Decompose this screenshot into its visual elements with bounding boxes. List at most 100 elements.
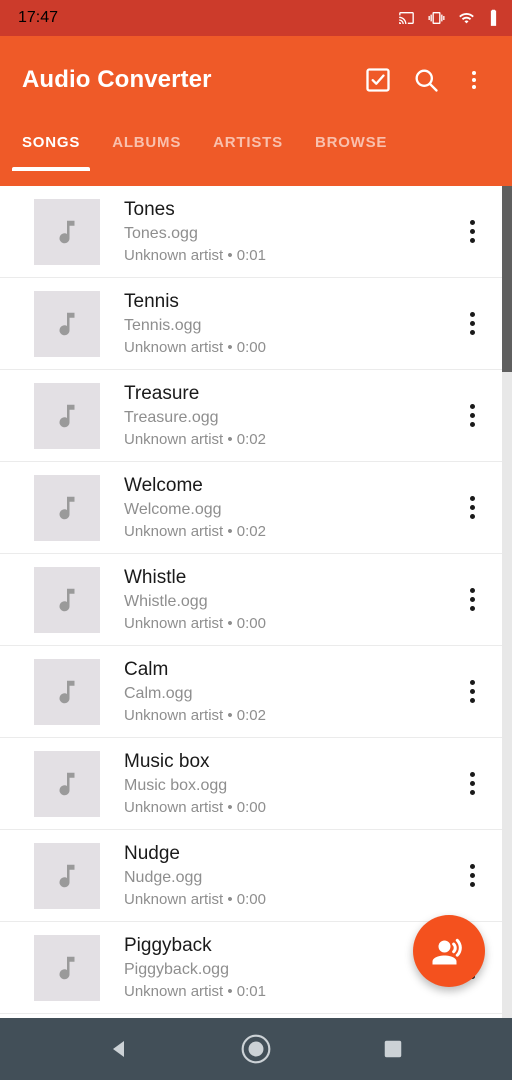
song-title: Welcome (124, 474, 203, 496)
record-voice-over-fab[interactable] (413, 915, 485, 987)
tab-browse-label: BROWSE (314, 134, 388, 151)
more-vertical-icon (469, 312, 475, 317)
song-info: Tennis Tennis.ogg Unknown artist • 0:00 (100, 289, 450, 359)
more-vertical-icon (469, 606, 475, 611)
song-overflow-button[interactable] (450, 661, 494, 723)
tab-albums-label: ALBUMS (112, 134, 182, 151)
song-row[interactable]: Whistle Whistle.ogg Unknown artist • 0:00 (0, 554, 512, 646)
tab-bar: SONGS ALBUMS ARTISTS BROWSE (0, 124, 512, 186)
song-row[interactable]: Welcome Welcome.ogg Unknown artist • 0:02 (0, 462, 512, 554)
song-overflow-button[interactable] (450, 569, 494, 631)
search-button[interactable] (402, 56, 450, 104)
music-note-icon (52, 493, 82, 523)
song-title: Piggyback (124, 934, 212, 956)
song-row[interactable]: Calm Calm.ogg Unknown artist • 0:02 (0, 646, 512, 738)
song-filename: Treasure.ogg (124, 408, 219, 426)
more-vertical-icon (469, 321, 475, 326)
more-vertical-icon (469, 588, 475, 593)
search-icon (412, 66, 440, 94)
checkbox-checked-icon (364, 66, 392, 94)
tab-artists[interactable]: ARTISTS (197, 124, 299, 151)
more-vertical-icon (469, 790, 475, 795)
scrollbar-track[interactable] (502, 186, 512, 1018)
back-triangle-icon (107, 1037, 131, 1061)
music-note-icon (52, 309, 82, 339)
more-vertical-icon (469, 404, 475, 409)
more-vertical-icon (469, 496, 475, 501)
song-filename: Nudge.ogg (124, 868, 203, 886)
song-overflow-button[interactable] (450, 385, 494, 447)
song-row[interactable]: Treasure Treasure.ogg Unknown artist • 0:0… (0, 370, 512, 462)
status-icons (397, 9, 500, 27)
battery-icon (487, 9, 500, 27)
album-art-placeholder (34, 290, 100, 357)
song-title: Tennis (124, 290, 179, 312)
song-overflow-button[interactable] (450, 477, 494, 539)
more-vertical-icon (469, 238, 475, 243)
tab-albums[interactable]: ALBUMS (96, 124, 197, 151)
vibrate-icon (427, 10, 446, 26)
app-bar: Audio Converter SONGS ALBUMS ARTISTS BRO… (0, 36, 512, 186)
nav-home-button[interactable] (227, 1020, 285, 1078)
album-art-placeholder (34, 198, 100, 265)
album-art-placeholder (34, 566, 100, 633)
more-vertical-icon (469, 330, 475, 335)
song-filename: Tennis.ogg (124, 316, 202, 334)
more-vertical-icon (469, 781, 475, 786)
more-vertical-icon (469, 413, 475, 418)
song-filename: Tones.ogg (124, 224, 198, 242)
more-vertical-icon (469, 514, 475, 519)
song-meta: Unknown artist • 0:02 (124, 430, 266, 448)
album-art-placeholder (34, 474, 100, 541)
overflow-menu-button[interactable] (450, 56, 498, 104)
song-info: Music box Music box.ogg Unknown artist • 0… (100, 749, 450, 819)
nav-back-button[interactable] (90, 1020, 148, 1078)
album-art-placeholder (34, 658, 100, 725)
song-row[interactable]: Tennis Tennis.ogg Unknown artist • 0:00 (0, 278, 512, 370)
cast-icon (397, 10, 416, 26)
music-note-icon (52, 861, 82, 891)
more-vertical-icon (469, 882, 475, 887)
song-overflow-button[interactable] (450, 845, 494, 907)
music-note-icon (52, 677, 82, 707)
song-title: Calm (124, 658, 169, 680)
tab-songs[interactable]: SONGS (6, 124, 96, 171)
tab-songs-label: SONGS (22, 134, 81, 151)
more-vertical-icon (469, 505, 475, 510)
song-meta: Unknown artist • 0:00 (124, 890, 266, 908)
album-art-placeholder (34, 750, 100, 817)
album-art-placeholder (34, 842, 100, 909)
song-filename: Music box.ogg (124, 776, 228, 794)
music-note-icon (52, 769, 82, 799)
album-art-placeholder (34, 382, 100, 449)
album-art-placeholder (34, 934, 100, 1001)
song-meta: Unknown artist • 0:00 (124, 338, 266, 356)
page-title: Audio Converter (22, 66, 212, 93)
scrollbar-thumb[interactable] (502, 186, 512, 372)
status-clock: 17:47 (18, 9, 59, 26)
song-info: Treasure Treasure.ogg Unknown artist • 0:0… (100, 381, 450, 451)
nav-recents-button[interactable] (364, 1020, 422, 1078)
song-row[interactable]: Nudge Nudge.ogg Unknown artist • 0:00 (0, 830, 512, 922)
song-title: Whistle (124, 566, 187, 588)
more-vertical-icon (469, 680, 475, 685)
song-title: Tones (124, 198, 175, 220)
music-note-icon (52, 217, 82, 247)
song-row[interactable]: Tones Tones.ogg Unknown artist • 0:01 (0, 186, 512, 278)
song-row[interactable]: Music box Music box.ogg Unknown artist • 0… (0, 738, 512, 830)
song-filename: Welcome.ogg (124, 500, 222, 518)
more-vertical-icon (469, 864, 475, 869)
song-overflow-button[interactable] (450, 293, 494, 355)
record-voice-over-icon (431, 933, 467, 969)
song-overflow-button[interactable] (450, 201, 494, 263)
status-bar: 17:47 (0, 0, 512, 36)
song-filename: Whistle.ogg (124, 592, 208, 610)
tab-browse[interactable]: BROWSE (299, 124, 403, 151)
song-title: Nudge (124, 842, 180, 864)
song-info: Whistle Whistle.ogg Unknown artist • 0:00 (100, 565, 450, 635)
song-meta: Unknown artist • 0:00 (124, 614, 266, 632)
more-vertical-icon (469, 220, 475, 225)
song-overflow-button[interactable] (450, 753, 494, 815)
song-list[interactable]: Tones Tones.ogg Unknown artist • 0:01 Tenni… (0, 186, 512, 1018)
select-all-button[interactable] (354, 56, 402, 104)
